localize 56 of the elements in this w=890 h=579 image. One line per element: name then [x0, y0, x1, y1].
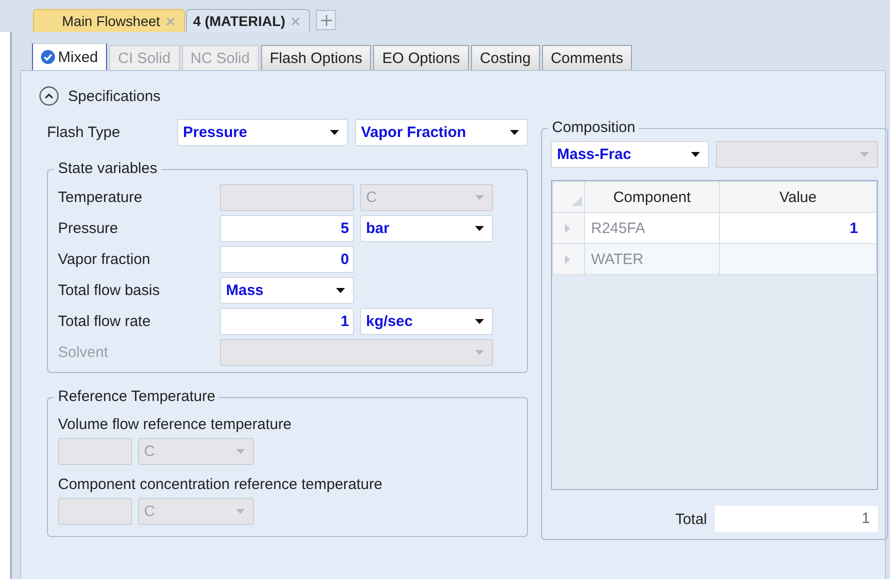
field-label: Pressure — [58, 220, 120, 237]
field-label: Volume flow reference temperature — [58, 416, 292, 433]
dropdown-arrow-icon — [475, 226, 484, 231]
field-label: Flash Type — [47, 124, 122, 140]
dropdown[interactable]: Pressure — [177, 118, 348, 146]
tab[interactable]: Flash Options — [260, 45, 372, 70]
plus-icon — [320, 14, 332, 26]
row-arrow-icon — [565, 224, 570, 232]
dropdown[interactable]: Mass — [220, 277, 354, 304]
input-field[interactable]: 5 — [220, 215, 354, 242]
dropdown-arrow-icon — [475, 319, 484, 324]
input-field[interactable]: 0 — [220, 246, 354, 273]
close-icon — [291, 16, 300, 26]
tab[interactable]: Comments — [542, 45, 632, 70]
chevron-up-icon — [39, 86, 59, 106]
tab[interactable]: Costing — [470, 45, 540, 70]
section-title: Specifications — [68, 88, 161, 104]
dropdown[interactable]: bar — [360, 215, 493, 242]
dropdown[interactable]: Vapor Fraction — [355, 118, 528, 146]
new-tab-button[interactable] — [316, 10, 336, 30]
tab[interactable]: Mixed — [32, 43, 108, 70]
table-cell: WATER — [584, 244, 720, 274]
field-label: Total flow basis — [58, 282, 161, 299]
table-cell: R245FA — [584, 212, 720, 244]
field-label: Total flow rate — [58, 313, 152, 330]
collapse-button[interactable] — [39, 86, 59, 106]
field-label: Vapor fraction — [58, 251, 152, 268]
total-field: 1 — [715, 506, 878, 532]
document-tab[interactable]: Main Flowsheet — [33, 9, 186, 32]
close-icon — [166, 16, 176, 26]
field-label: Solvent — [58, 344, 110, 361]
dropdown[interactable]: Mass-Frac — [551, 141, 709, 168]
column-header: Component — [584, 182, 720, 212]
input-field[interactable]: 1 — [220, 308, 354, 335]
dropdown-arrow-icon — [236, 449, 245, 454]
field-label: Total — [675, 510, 707, 528]
tab[interactable]: EO Options — [373, 45, 469, 70]
dropdown-arrow-icon — [330, 130, 339, 134]
field-label: Temperature — [58, 189, 144, 206]
dropdown-arrow-icon — [475, 195, 484, 200]
field-label: Component concentration reference temperature — [58, 476, 384, 493]
dropdown[interactable]: kg/sec — [360, 308, 493, 335]
dropdown-arrow-icon — [236, 509, 245, 514]
group-title: Reference Temperature — [54, 388, 220, 406]
dropdown-arrow-icon — [691, 152, 700, 157]
document-tab[interactable]: 4 (MATERIAL) — [186, 9, 310, 32]
group-title: Composition — [548, 119, 640, 137]
dropdown-arrow-icon — [475, 350, 484, 355]
column-header: Value — [720, 182, 876, 212]
dropdown-arrow-icon — [336, 288, 345, 293]
table-cell: 1 — [720, 212, 876, 244]
corner-triangle-icon — [572, 196, 582, 206]
dropdown-arrow-icon — [860, 152, 869, 157]
dropdown-arrow-icon — [510, 130, 519, 134]
check-circle-icon — [41, 50, 55, 64]
row-arrow-icon — [565, 254, 570, 264]
